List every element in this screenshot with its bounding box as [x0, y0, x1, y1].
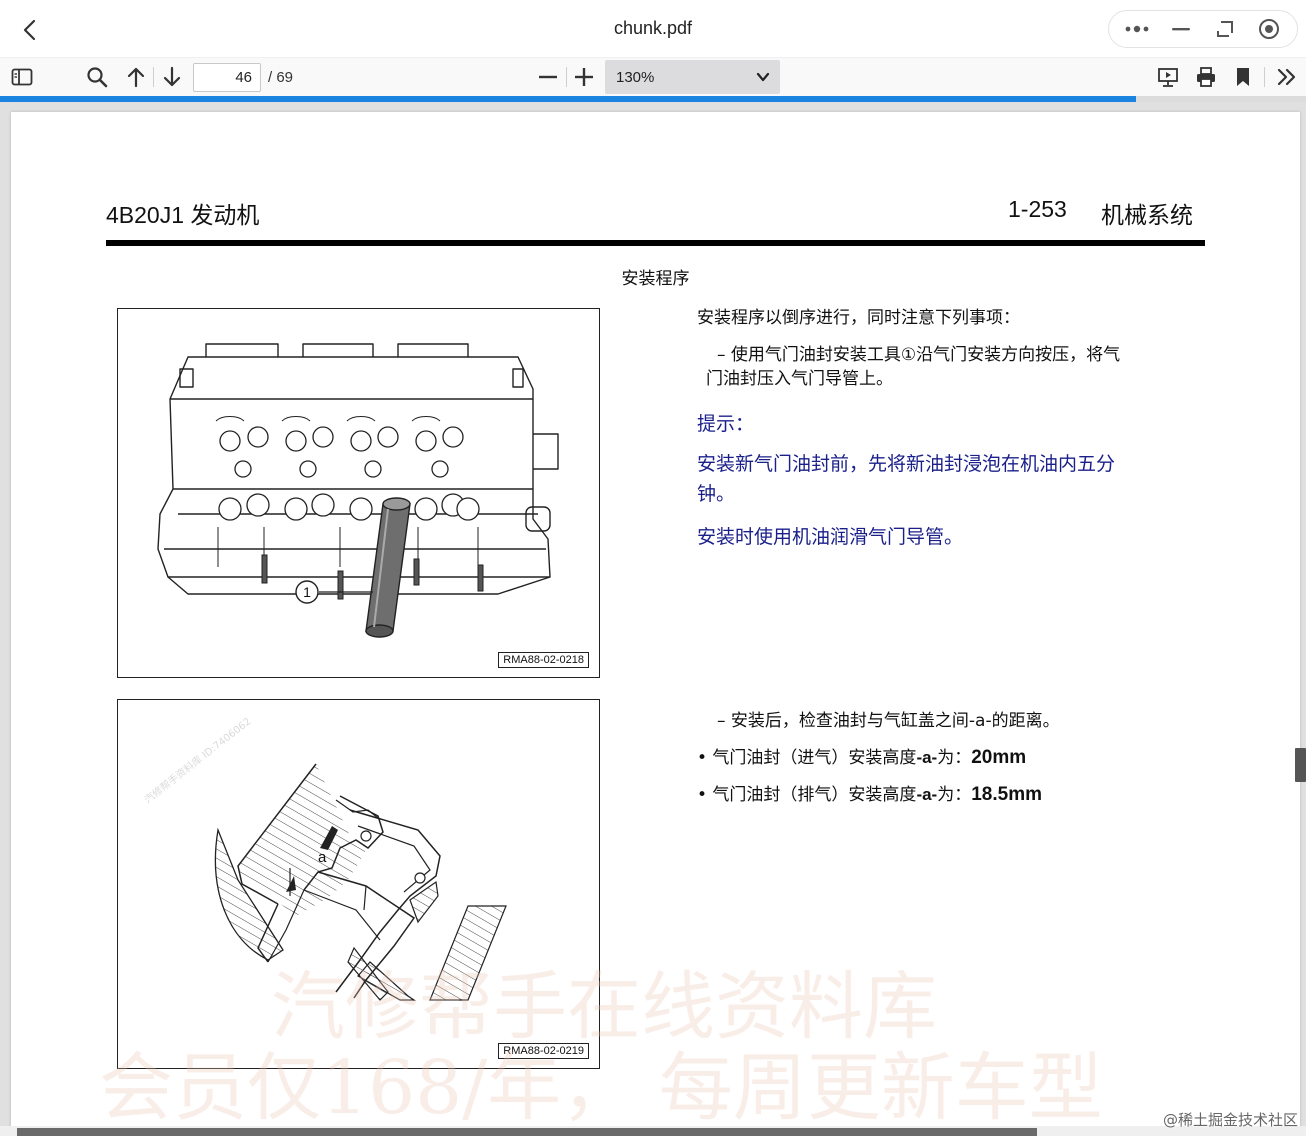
spec-exhaust-variable: -a-	[916, 785, 938, 804]
vertical-scrollbar-thumb[interactable]	[1295, 748, 1306, 782]
bookmark-icon	[1237, 68, 1249, 86]
figure1-code: RMA88-02-0218	[498, 652, 589, 668]
more-dots-icon	[1125, 25, 1149, 33]
printer-icon	[1197, 67, 1215, 87]
page-header-number: 1-253	[1008, 196, 1067, 222]
bookmark-button[interactable]	[1228, 62, 1258, 92]
back-button[interactable]	[14, 14, 46, 46]
step1-line1: – 使用气门油封安装工具①沿气门安装方向按压，将气	[717, 345, 1121, 365]
presentation-icon	[1158, 68, 1178, 87]
toolbar-separator	[153, 67, 154, 87]
section-title: 安装程序	[621, 269, 690, 289]
intro-text: 安装程序以倒序进行，同时注意下列事项：	[697, 308, 1020, 328]
title-bar: chunk.pdf	[0, 0, 1306, 58]
note1-line2: 钟。	[697, 483, 736, 505]
spec-intake-label: • 气门油封（进气）安装高度	[697, 748, 917, 768]
note1-line1: 安装新气门油封前，先将新油封浸泡在机油内五分	[697, 453, 1116, 475]
arrow-up-icon	[127, 67, 145, 88]
next-page-button[interactable]	[157, 62, 187, 92]
corner-credit: @稀土掘金技术社区	[1162, 1111, 1298, 1129]
note2: 安装时使用机油润滑气门导管。	[697, 526, 964, 548]
toolbar-separator	[566, 67, 567, 87]
note-title: 提示：	[697, 413, 755, 435]
figure-cylinder-head: 1 RMA88-02-0218	[117, 308, 600, 678]
spec-intake-value: 20mm	[971, 747, 1027, 768]
pdf-page: 4B20J1 发动机 1-253 机械系统 安装程序 1 RMA88-02-02…	[11, 112, 1300, 1132]
spec-intake-mid: 为：	[937, 748, 972, 768]
page-header-model: 4B20J1 发动机	[106, 202, 260, 228]
sidebar-icon	[11, 68, 33, 86]
pdf-viewer-window: chunk.pdf 46 / 69 130% 4B20J1 发动机 1-253 …	[0, 0, 1306, 1136]
step1-line2: 门油封压入气门导管上。	[706, 369, 893, 389]
cylinder-head-illustration: 1	[157, 343, 559, 638]
header-rule	[106, 240, 1205, 246]
sidebar-toggle-button[interactable]	[7, 62, 37, 92]
arrow-down-icon	[163, 66, 181, 87]
chevron-down-icon	[756, 72, 770, 82]
figure2-dimension-label: a	[318, 849, 327, 866]
page-header-section: 机械系统	[1101, 202, 1193, 228]
spec-intake-variable: -a-	[916, 748, 938, 767]
previous-page-button[interactable]	[121, 62, 151, 92]
print-button[interactable]	[1191, 62, 1221, 92]
page-total-label: / 69	[268, 69, 294, 86]
figure1-callout: 1	[303, 584, 311, 600]
figure-valve-seal-section: a RMA88-02-0219	[117, 699, 600, 1069]
horizontal-scrollbar-thumb[interactable]	[17, 1128, 1037, 1136]
step2-text: – 安装后，检查油封与气缸盖之间-a-的距离。	[717, 711, 1060, 731]
toolbar-separator	[1264, 67, 1265, 87]
figure2-code: RMA88-02-0219	[498, 1043, 589, 1059]
zoom-select[interactable]: 130%	[605, 60, 780, 94]
plus-icon	[575, 68, 593, 86]
chevron-left-icon	[23, 19, 36, 41]
restore-icon	[1217, 21, 1233, 37]
minimize-icon	[1172, 28, 1190, 31]
double-chevron-right-icon	[1277, 68, 1296, 86]
spec-exhaust-value: 18.5mm	[971, 784, 1042, 805]
minimize-button[interactable]	[1165, 15, 1197, 43]
more-tools-button[interactable]	[1272, 62, 1302, 92]
zoom-out-button[interactable]	[533, 62, 563, 92]
restore-button[interactable]	[1209, 15, 1241, 43]
horizontal-scrollbar[interactable]	[0, 1126, 1306, 1136]
spec-exhaust: • 气门油封（排气）安装高度-a-为：18.5mm	[697, 782, 1042, 808]
zoom-in-button[interactable]	[569, 62, 599, 92]
spec-intake: • 气门油封（进气）安装高度-a-为：20mm	[697, 745, 1026, 771]
search-icon	[87, 67, 108, 88]
page-number-input[interactable]	[193, 63, 261, 92]
pdf-toolbar: / 69 130%	[0, 58, 1306, 96]
close-circle-icon	[1259, 19, 1279, 39]
search-button[interactable]	[82, 62, 112, 92]
window-controls	[1108, 10, 1298, 48]
valve-seal-section-illustration: a	[214, 763, 507, 1001]
more-options-button[interactable]	[1121, 15, 1153, 43]
document-viewer[interactable]: 4B20J1 发动机 1-253 机械系统 安装程序 1 RMA88-02-02…	[0, 102, 1306, 1136]
close-button[interactable]	[1253, 15, 1285, 43]
spec-exhaust-mid: 为：	[937, 785, 972, 805]
zoom-value: 130%	[616, 69, 655, 86]
spec-exhaust-label: • 气门油封（排气）安装高度	[697, 785, 917, 805]
minus-icon	[539, 75, 557, 79]
presentation-mode-button[interactable]	[1153, 62, 1183, 92]
